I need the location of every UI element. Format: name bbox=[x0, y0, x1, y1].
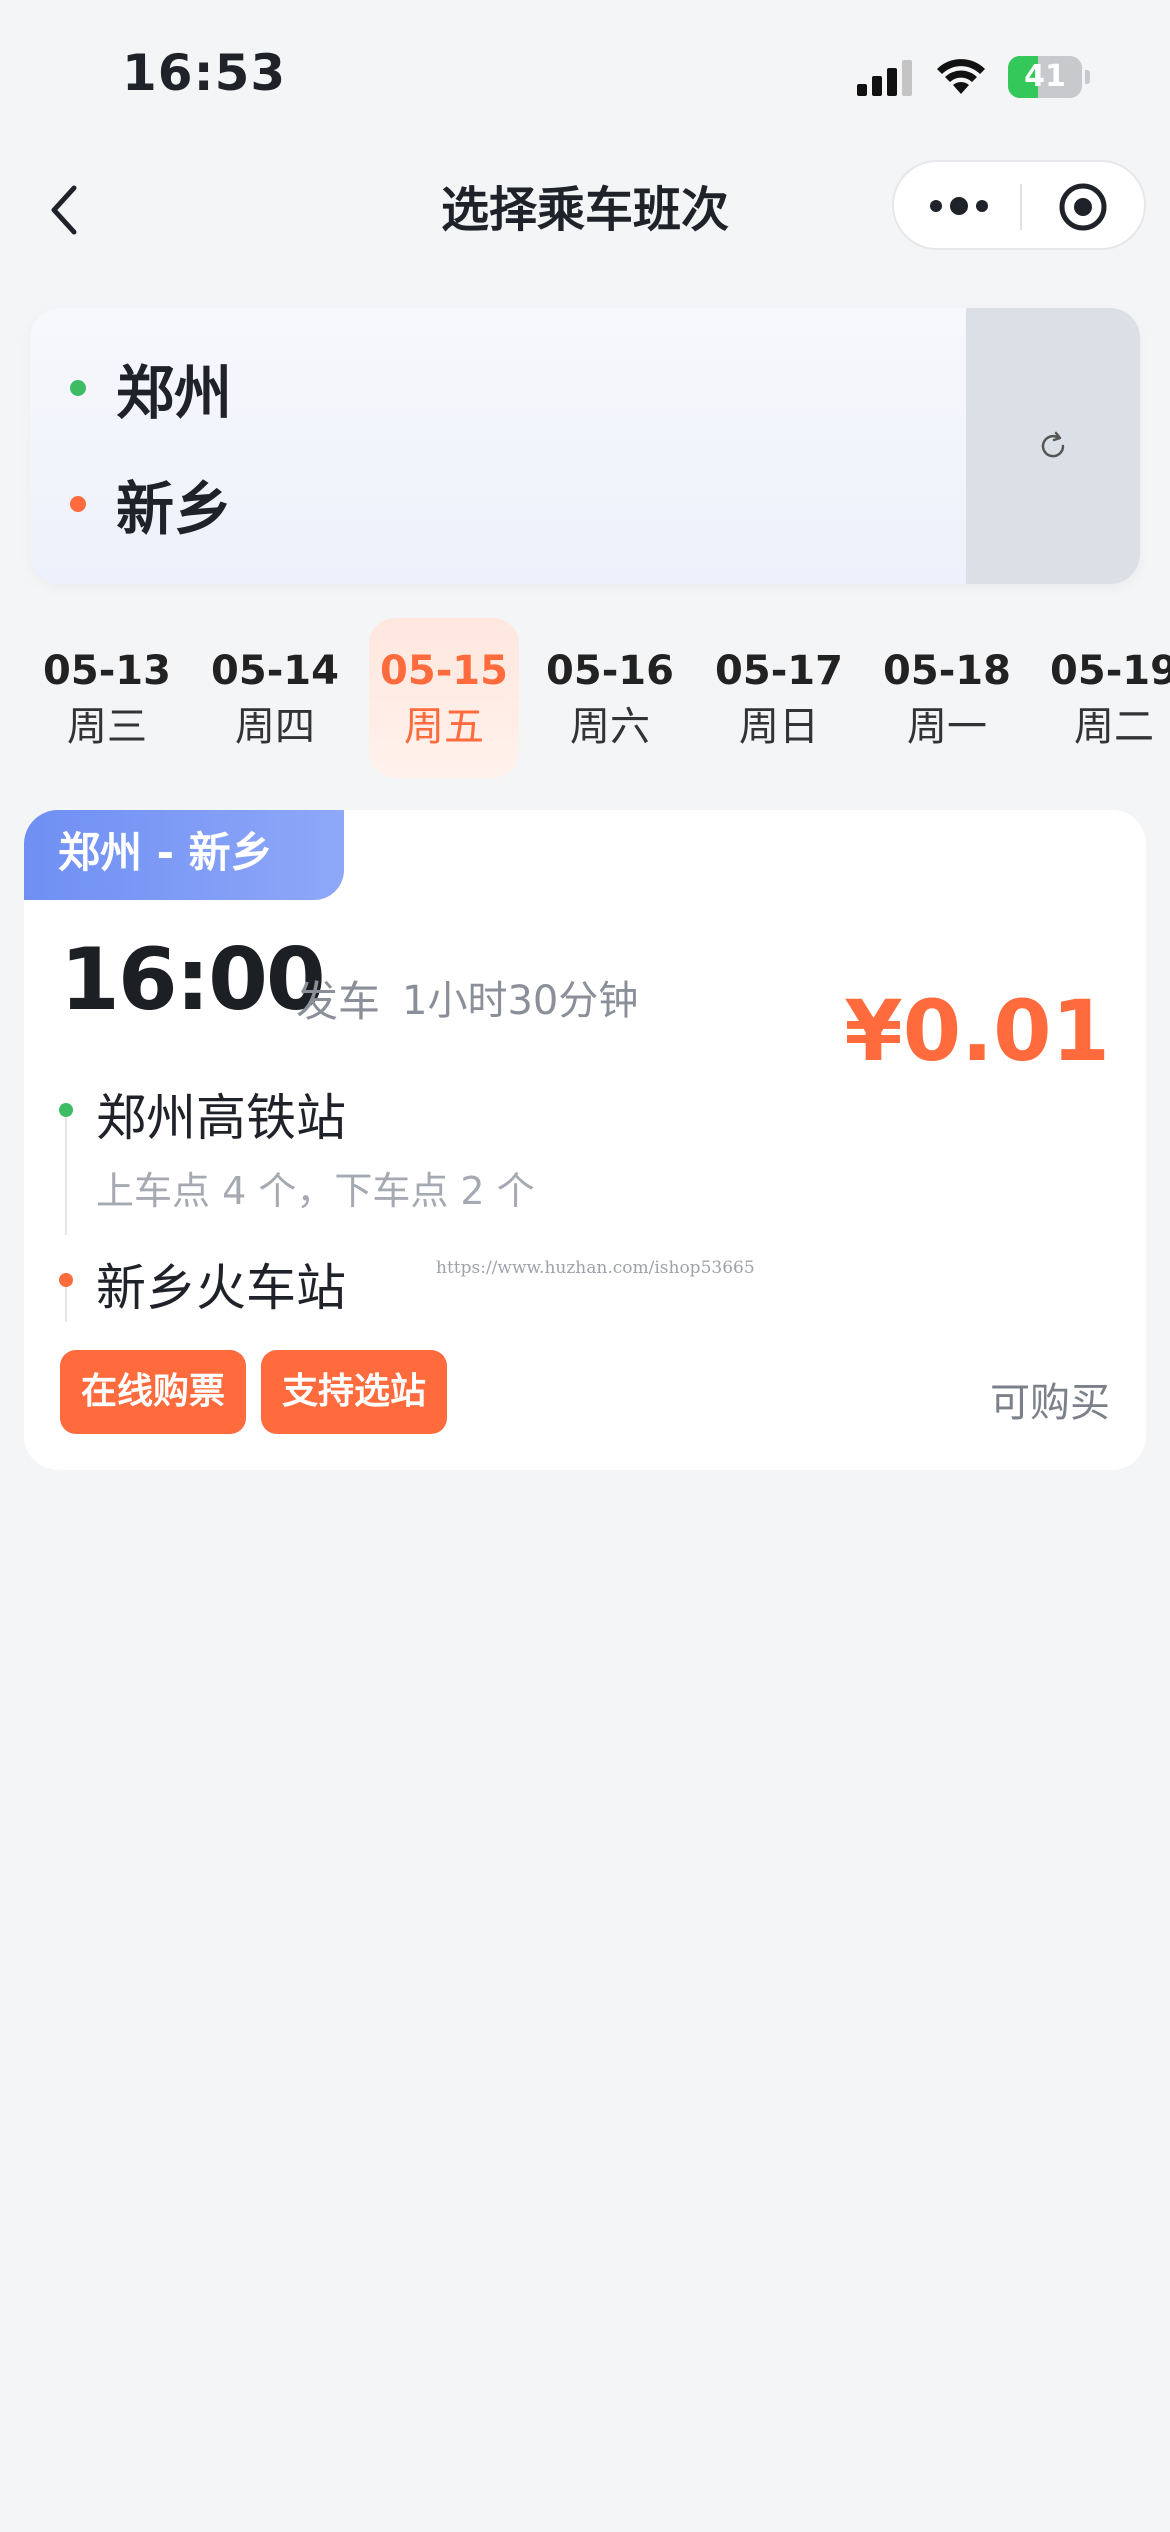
station-select-badge: 支持选站 bbox=[261, 1350, 447, 1434]
swap-icon bbox=[1041, 431, 1065, 458]
to-station: 新乡火车站 bbox=[96, 1259, 346, 1317]
date-weekday: 周三 bbox=[67, 704, 147, 750]
date-item[interactable]: 05-19 周二 bbox=[1034, 618, 1170, 778]
signal-icon bbox=[857, 60, 912, 96]
route-line bbox=[65, 1282, 67, 1322]
target-icon[interactable] bbox=[1058, 182, 1108, 232]
stops-info: 上车点 4 个，下车点 2 个 bbox=[96, 1169, 535, 1213]
to-city: 新乡 bbox=[116, 475, 233, 543]
to-station-dot bbox=[59, 1273, 73, 1287]
date-item[interactable]: 05-14 周四 bbox=[195, 618, 355, 778]
date-month-day: 05-13 bbox=[43, 648, 171, 694]
date-item[interactable]: 05-17 周日 bbox=[699, 618, 859, 778]
route-tag: 郑州 - 新乡 bbox=[24, 810, 344, 900]
date-weekday: 周二 bbox=[1074, 704, 1154, 750]
date-strip: 05-13 周三 05-14 周四 05-15 周五 05-16 周六 05-1… bbox=[0, 618, 1170, 778]
route-card: 郑州 新乡 bbox=[30, 308, 1140, 584]
date-month-day: 05-19 bbox=[1050, 648, 1170, 694]
from-city-row[interactable]: 郑州 bbox=[70, 348, 232, 428]
status-bar: 16:53 41 bbox=[0, 0, 1170, 150]
battery-icon: 41 bbox=[1008, 56, 1090, 98]
swap-button[interactable] bbox=[966, 308, 1140, 584]
date-month-day: 05-16 bbox=[546, 648, 674, 694]
nav-bar: 选择乘车班次 bbox=[0, 150, 1170, 270]
availability-status: 可购买 bbox=[990, 1380, 1110, 1426]
more-icon[interactable] bbox=[924, 186, 994, 226]
to-dot bbox=[70, 496, 86, 512]
date-item[interactable]: 05-16 周六 bbox=[530, 618, 690, 778]
status-time: 16:53 bbox=[122, 44, 287, 102]
date-month-day: 05-15 bbox=[380, 648, 508, 694]
from-station-dot bbox=[59, 1103, 73, 1117]
route-line bbox=[65, 1115, 67, 1235]
date-month-day: 05-14 bbox=[211, 648, 339, 694]
depart-time: 16:00 bbox=[60, 930, 326, 1030]
date-item[interactable]: 05-18 周一 bbox=[867, 618, 1027, 778]
depart-label: 发车 bbox=[296, 977, 381, 1026]
date-weekday: 周六 bbox=[570, 704, 650, 750]
mini-program-capsule bbox=[892, 160, 1146, 250]
battery-level: 41 bbox=[1024, 59, 1066, 94]
date-weekday: 周五 bbox=[404, 704, 484, 750]
battery-body: 41 bbox=[1008, 56, 1082, 98]
date-item-selected[interactable]: 05-15 周五 bbox=[369, 618, 519, 778]
ticket-price: ¥0.01 bbox=[844, 982, 1110, 1080]
from-city: 郑州 bbox=[116, 359, 233, 427]
date-month-day: 05-17 bbox=[715, 648, 843, 694]
trip-duration: 1小时30分钟 bbox=[402, 978, 639, 1024]
date-weekday: 周四 bbox=[235, 704, 315, 750]
date-item[interactable]: 05-13 周三 bbox=[27, 618, 187, 778]
to-city-row[interactable]: 新乡 bbox=[70, 464, 232, 544]
capsule-divider bbox=[1020, 184, 1022, 230]
wifi-icon bbox=[937, 59, 985, 94]
date-weekday: 周日 bbox=[739, 704, 819, 750]
trip-card[interactable]: 郑州 - 新乡 16:00 发车 1小时30分钟 ¥0.01 郑州高铁站 上车点… bbox=[24, 810, 1146, 1470]
watermark: https://www.huzhan.com/ishop53665 bbox=[436, 1258, 755, 1278]
from-station: 郑州高铁站 bbox=[96, 1089, 346, 1147]
online-ticket-badge: 在线购票 bbox=[60, 1350, 246, 1434]
from-dot bbox=[70, 380, 86, 396]
date-weekday: 周一 bbox=[907, 704, 987, 750]
battery-cap bbox=[1085, 70, 1090, 84]
date-month-day: 05-18 bbox=[883, 648, 1011, 694]
